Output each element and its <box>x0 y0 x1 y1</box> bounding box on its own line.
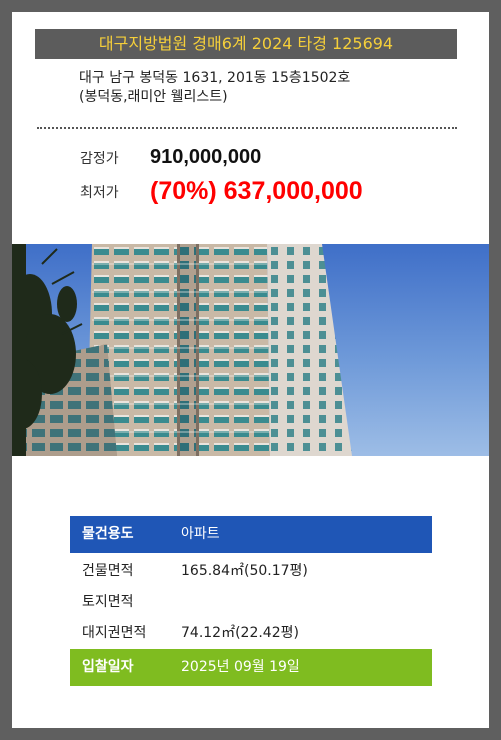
appraised-price-label: 감정가 <box>80 150 119 167</box>
usage-row: 물건용도 아파트 <box>70 516 432 553</box>
bid-date-label: 입찰일자 <box>82 659 134 675</box>
case-title: 대구지방법원 경매6계 2024 타경 125694 <box>35 29 457 59</box>
tower-right-face <box>267 244 352 456</box>
bid-date-row: 입찰일자 2025년 09월 19일 <box>70 649 432 686</box>
minimum-price-value: (70%) 637,000,000 <box>150 177 363 205</box>
building-area-value: 165.84㎡(50.17평) <box>181 563 308 579</box>
address-line-2: (봉덕동,래미안 웰리스트) <box>79 89 228 105</box>
auction-card: 대구지방법원 경매6계 2024 타경 125694 대구 남구 봉덕동 163… <box>12 12 489 728</box>
land-right-area-label: 대지권면적 <box>82 625 147 641</box>
land-area-label: 토지면적 <box>82 594 134 610</box>
land-right-area-value: 74.12㎡(22.42평) <box>181 625 299 641</box>
appraised-price-value: 910,000,000 <box>150 146 262 168</box>
usage-value: 아파트 <box>181 526 220 542</box>
bid-date-value: 2025년 09월 19일 <box>181 659 300 675</box>
building-area-row: 건물면적 165.84㎡(50.17평) <box>70 556 432 587</box>
usage-label: 물건용도 <box>82 526 134 542</box>
building-area-label: 건물면적 <box>82 563 134 579</box>
apartment-building-photo <box>12 244 489 456</box>
minimum-price-row: 최저가 (70%) 637,000,000 <box>80 177 363 206</box>
land-area-row: 토지면적 <box>70 587 432 618</box>
minimum-price-label: 최저가 <box>80 184 119 201</box>
property-address: 대구 남구 봉덕동 1631, 201동 15층1502호 (봉덕동,래미안 웰… <box>79 69 459 107</box>
property-info-table: 물건용도 아파트 건물면적 165.84㎡(50.17평) 토지면적 대지권면적… <box>70 516 432 686</box>
land-right-area-row: 대지권면적 74.12㎡(22.42평) <box>70 618 432 649</box>
address-line-1: 대구 남구 봉덕동 1631, 201동 15층1502호 <box>79 70 351 86</box>
appraised-price-row: 감정가 910,000,000 <box>80 146 261 169</box>
dotted-divider <box>37 127 457 129</box>
